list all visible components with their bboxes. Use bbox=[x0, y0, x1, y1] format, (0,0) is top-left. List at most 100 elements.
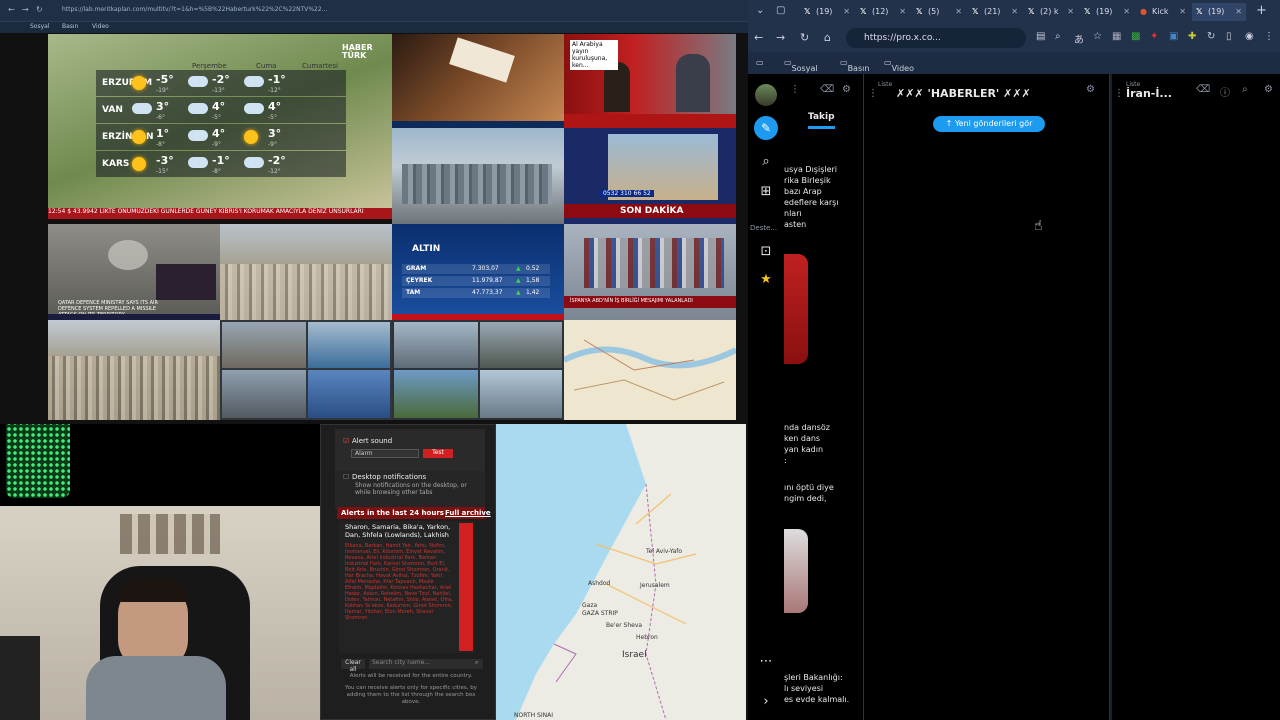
browser-tab[interactable]: 𝕏 (19) ✕ bbox=[1080, 3, 1134, 21]
column-clear-icon[interactable]: ⌫ bbox=[1196, 84, 1210, 95]
browser-tab[interactable]: 𝕏 (19) ✕ bbox=[800, 3, 854, 21]
close-tab-icon[interactable]: ✕ bbox=[955, 7, 962, 16]
search-icon[interactable]: ⌕ bbox=[475, 659, 478, 667]
browser-tab[interactable]: 𝕏 (12) ✕ bbox=[856, 3, 910, 21]
column-info-icon[interactable]: ⓘ bbox=[1220, 84, 1230, 99]
test-button[interactable]: Test bbox=[423, 449, 453, 458]
bookmark-basin-right[interactable]: ▭ Basın bbox=[840, 58, 869, 73]
profile-icon[interactable]: ◉ bbox=[1245, 31, 1254, 42]
tab-following[interactable]: Takip bbox=[808, 112, 835, 129]
translate-icon[interactable]: あ bbox=[1074, 31, 1084, 46]
gold-price-tile[interactable]: ALTIN GRAM 7.303,07 ▲ 0,52 ÇEYREK 11.979,87 ▲ 1… bbox=[392, 224, 564, 320]
back-icon[interactable]: ← bbox=[8, 5, 15, 14]
browser-tab[interactable]: 𝕏 (19) ✕ bbox=[1192, 3, 1246, 21]
multi-cam-grid-2[interactable] bbox=[392, 320, 564, 420]
refresh-ext-icon[interactable]: ↻ bbox=[1207, 31, 1215, 42]
close-tab-icon[interactable]: ✕ bbox=[1011, 7, 1018, 16]
flags-news-tile[interactable]: İSPANYA ABD'NİN İŞ BİRLİĞİ MESAJIMI YALA… bbox=[564, 224, 736, 320]
sidebar-toggle-icon[interactable]: ▭ bbox=[756, 58, 764, 67]
add-column-icon[interactable]: ⊞ bbox=[756, 184, 776, 204]
alert-sound-checkbox[interactable]: ☑ bbox=[343, 437, 349, 445]
city-search-input[interactable]: Search city name... bbox=[369, 659, 483, 669]
bookmark-basin[interactable]: Basın bbox=[62, 23, 78, 30]
ext-game-icon[interactable]: ✚ bbox=[1188, 31, 1196, 42]
column-settings-icon[interactable]: ⚙ bbox=[842, 84, 851, 95]
profile-avatar[interactable] bbox=[755, 84, 777, 106]
close-tab-icon[interactable]: ✕ bbox=[1123, 7, 1130, 16]
son-dakika-tile[interactable]: 0532 310 66 52 SON DAKİKA bbox=[564, 128, 736, 224]
column-following[interactable]: ⋮ ⌫ ⚙ Takip usya Dışişleri rika Birleşik… bbox=[784, 74, 864, 720]
ext-blue-icon[interactable]: ▣ bbox=[1169, 31, 1178, 42]
tab-list-icon[interactable]: ⌄ bbox=[756, 5, 764, 16]
home-icon[interactable]: ⌂ bbox=[824, 31, 831, 44]
column-drag-icon[interactable]: ⋮ bbox=[1114, 88, 1124, 99]
post-snippet-2[interactable]: nda dansöz ken dans yan kadın : bbox=[784, 422, 863, 466]
column-clear-icon[interactable]: ⌫ bbox=[820, 84, 834, 95]
show-new-posts-button[interactable]: ↑ Yeni gönderileri gör bbox=[933, 116, 1045, 132]
clear-all-button[interactable]: Clear all bbox=[341, 659, 365, 673]
starred-deck-icon[interactable]: ★ bbox=[756, 272, 776, 292]
compose-post-icon[interactable]: ✎ bbox=[754, 116, 778, 140]
multi-cam-grid-1[interactable] bbox=[220, 320, 392, 420]
column-iran-list[interactable]: Liste ⋮ İran-İ... ⌫ ⓘ ⌕ ⚙ bbox=[1112, 74, 1280, 720]
menu-icon[interactable]: ⋮ bbox=[1264, 31, 1274, 42]
ext-grid-icon[interactable]: ▦ bbox=[1112, 31, 1121, 42]
post-snippet-3[interactable]: ını öptü diye ngim dedi, bbox=[784, 482, 863, 504]
radar-map-tile[interactable] bbox=[564, 320, 736, 420]
column-drag-icon[interactable]: ⋮ bbox=[868, 88, 878, 99]
close-tab-icon[interactable]: ✕ bbox=[899, 7, 906, 16]
ext-red-icon[interactable]: ✦ bbox=[1150, 31, 1158, 42]
more-icon[interactable]: ⋯ bbox=[756, 654, 776, 674]
column-search-icon[interactable]: ⌕ bbox=[1242, 84, 1248, 95]
city-view-tile[interactable] bbox=[220, 224, 392, 320]
deck-icon[interactable]: ⊡ bbox=[756, 244, 776, 264]
israel-alert-map[interactable]: Tel Aviv-Yafo Ashdod Jerusalem GAZA STRIP Ga… bbox=[496, 424, 746, 720]
bookmark-video[interactable]: Video bbox=[92, 23, 109, 30]
bookmark-sosyal[interactable]: Sosyal bbox=[30, 23, 50, 30]
post-snippet-1[interactable]: usya Dışişleri rika Birleşik bazı Arap e… bbox=[784, 164, 863, 230]
workspaces-icon[interactable]: ▢ bbox=[776, 5, 785, 16]
reload-icon[interactable]: ↻ bbox=[36, 5, 43, 14]
full-archive-link[interactable]: Full archive bbox=[445, 509, 491, 517]
close-tab-icon[interactable]: ✕ bbox=[1179, 7, 1186, 16]
city-cam-tile-1[interactable] bbox=[48, 320, 220, 420]
reload-icon[interactable]: ↻ bbox=[800, 31, 809, 44]
close-tab-icon[interactable]: ✕ bbox=[843, 7, 850, 16]
coffee-news-tile[interactable] bbox=[392, 34, 564, 128]
bookmark-sosyal-right[interactable]: ▭ Sosyal bbox=[784, 58, 818, 73]
right-address-bar[interactable]: https://pro.x.co... bbox=[846, 28, 1026, 48]
desktop-notif-checkbox[interactable]: ☐ bbox=[343, 473, 349, 481]
ext-green-icon[interactable]: ▩ bbox=[1131, 31, 1140, 42]
expand-icon[interactable]: › bbox=[756, 694, 776, 714]
close-tab-icon[interactable]: ✕ bbox=[1235, 7, 1242, 16]
alert-sound-label: Alert sound bbox=[352, 437, 393, 445]
sidebar-icon[interactable]: ▯ bbox=[1226, 31, 1232, 42]
browser-tab[interactable]: ● Kick ✕ bbox=[1136, 3, 1190, 21]
forward-icon[interactable]: → bbox=[776, 31, 785, 44]
alert-list[interactable]: Sharon, Samaria, Bika'a, Yarkon, Dan, Sh… bbox=[339, 521, 475, 653]
column-haberler-list[interactable]: Liste ⋮ ✗✗✗ 'HABERLER' ✗✗✗ ⚙ ↑ Yeni gönd… bbox=[864, 74, 1110, 720]
left-address-bar[interactable]: https://lab.meritkaplan.com/multitv/?t=1… bbox=[62, 6, 492, 13]
forward-icon[interactable]: → bbox=[22, 5, 29, 14]
post-media-2[interactable] bbox=[784, 529, 808, 613]
column-settings-icon[interactable]: ⚙ bbox=[1264, 84, 1273, 95]
post-snippet-4[interactable]: şleri Bakanlığı: lı seviyesi es evde kal… bbox=[784, 672, 863, 705]
zoom-icon[interactable]: ⌕ bbox=[1055, 31, 1061, 42]
post-media-1[interactable] bbox=[784, 254, 808, 364]
browser-tab[interactable]: 𝕏 (21) ✕ bbox=[968, 3, 1022, 21]
al-arabiya-tile[interactable]: Al Arabiya yayın kuruluşuna, ken... bbox=[564, 34, 736, 128]
bookmark-video-right[interactable]: ▭ Video bbox=[884, 58, 914, 73]
column-settings-icon[interactable]: ⚙ bbox=[1086, 84, 1095, 95]
alarm-select[interactable]: Alarm bbox=[351, 449, 419, 458]
back-icon[interactable]: ← bbox=[754, 31, 763, 44]
city-skyline-tile[interactable] bbox=[392, 128, 564, 224]
close-tab-icon[interactable]: ✕ bbox=[1067, 7, 1074, 16]
browser-tab[interactable]: 𝕏 (5) ✕ bbox=[912, 3, 966, 21]
browser-tab[interactable]: 𝕏 (2) k ✕ bbox=[1024, 3, 1078, 21]
qatar-news-tile[interactable]: QATAR DEFENCE MINISTRY SAYS ITS AIR DEFE… bbox=[48, 224, 220, 320]
new-tab-icon[interactable]: + bbox=[1256, 3, 1267, 18]
search-icon[interactable]: ⌕ bbox=[756, 154, 776, 174]
column-drag-icon[interactable]: ⋮ bbox=[790, 84, 800, 95]
star-icon[interactable]: ☆ bbox=[1093, 31, 1102, 42]
reader-icon[interactable]: ▤ bbox=[1036, 31, 1045, 42]
